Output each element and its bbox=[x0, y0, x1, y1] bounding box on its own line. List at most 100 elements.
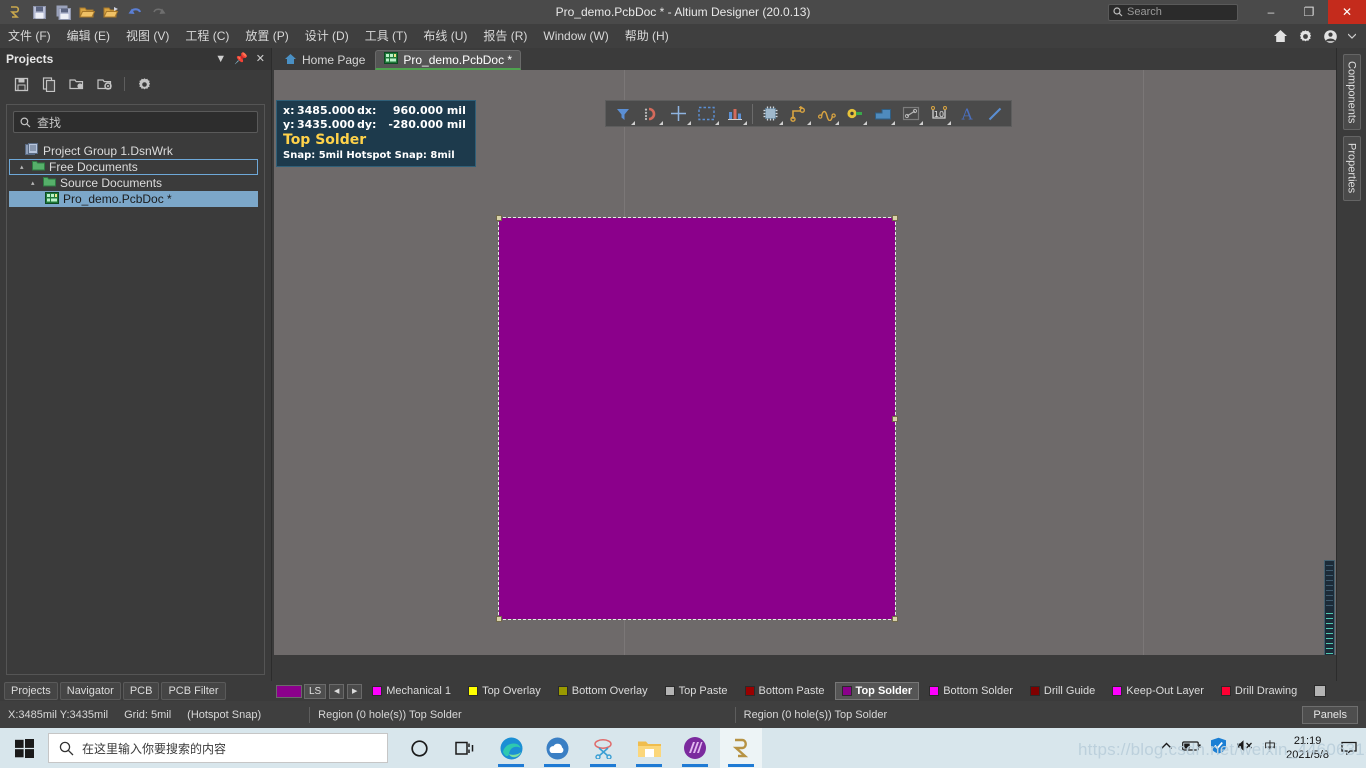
tree-item-pcb-doc[interactable]: Pro_demo.PcbDoc * bbox=[9, 191, 258, 207]
cortana-icon[interactable] bbox=[398, 728, 440, 768]
menu-edit[interactable]: 编辑 (E) bbox=[59, 24, 118, 48]
home-icon[interactable] bbox=[1273, 29, 1288, 43]
chevron-down-icon[interactable]: ▼ bbox=[215, 53, 226, 65]
pin-icon[interactable]: 📌 bbox=[234, 53, 248, 65]
component-ic-icon[interactable] bbox=[757, 102, 784, 126]
layer-tab-more[interactable] bbox=[1307, 682, 1333, 700]
windows-search-input[interactable]: 在这里输入你要搜索的内容 bbox=[48, 733, 388, 763]
line-icon[interactable] bbox=[981, 102, 1008, 126]
selection-handle-bottom-right[interactable] bbox=[892, 616, 898, 622]
layer-tab-keep-out-layer[interactable]: Keep-Out Layer bbox=[1105, 682, 1211, 700]
selection-handle-top-left[interactable] bbox=[496, 215, 502, 221]
save-all-icon[interactable] bbox=[52, 2, 74, 22]
panel-tab-navigator[interactable]: Navigator bbox=[59, 682, 121, 700]
close-button[interactable]: ✕ bbox=[1328, 0, 1366, 24]
altium-logo-icon[interactable] bbox=[4, 2, 26, 22]
documents-icon[interactable] bbox=[40, 75, 58, 93]
panel-tab-pcb[interactable]: PCB bbox=[122, 682, 160, 700]
layer-tab-bottom-paste[interactable]: Bottom Paste bbox=[738, 682, 832, 700]
filter-icon[interactable] bbox=[609, 102, 636, 126]
taskbar-clock[interactable]: 21:19 2021/5/8 bbox=[1286, 734, 1329, 762]
search-input[interactable]: Search bbox=[1108, 3, 1238, 21]
gear-icon[interactable] bbox=[135, 75, 153, 93]
purple-app-icon[interactable] bbox=[674, 728, 716, 768]
chevron-down-icon[interactable] bbox=[1348, 33, 1356, 39]
weather-icon[interactable] bbox=[536, 728, 578, 768]
security-shield-icon[interactable] bbox=[1210, 737, 1227, 759]
tree-expander[interactable]: ▴ bbox=[31, 179, 39, 187]
menu-tools[interactable]: 工具 (T) bbox=[357, 24, 416, 48]
open-folder-search-icon[interactable] bbox=[68, 75, 86, 93]
menu-route[interactable]: 布线 (U) bbox=[415, 24, 475, 48]
layer-sets-button[interactable]: LS bbox=[304, 683, 327, 699]
close-icon[interactable]: ✕ bbox=[256, 53, 265, 65]
layer-tab-bottom-solder[interactable]: Bottom Solder bbox=[922, 682, 1020, 700]
layer-tab-top-overlay[interactable]: Top Overlay bbox=[461, 682, 548, 700]
panel-tab-projects[interactable]: Projects bbox=[4, 682, 58, 700]
menu-reports[interactable]: 报告 (R) bbox=[475, 24, 535, 48]
windows-start-icon[interactable] bbox=[0, 728, 48, 768]
layer-tab-drill-guide[interactable]: Drill Guide bbox=[1023, 682, 1102, 700]
action-center-icon[interactable] bbox=[1338, 734, 1360, 762]
microsoft-edge-icon[interactable] bbox=[490, 728, 532, 768]
menu-project[interactable]: 工程 (C) bbox=[177, 24, 237, 48]
right-tab-properties[interactable]: Properties bbox=[1342, 136, 1361, 201]
doc-tab-pro-demo-pcbdoc[interactable]: Pro_demo.PcbDoc * bbox=[375, 50, 522, 70]
snip-tool-icon[interactable] bbox=[582, 728, 624, 768]
dimension-icon[interactable]: 10 bbox=[925, 102, 952, 126]
battery-icon[interactable] bbox=[1182, 739, 1201, 757]
menu-file[interactable]: 文件 (F) bbox=[0, 24, 59, 48]
panel-tab-pcb-filter[interactable]: PCB Filter bbox=[161, 682, 226, 700]
layer-prev-button[interactable]: ◀ bbox=[329, 683, 345, 699]
save-icon[interactable] bbox=[12, 75, 30, 93]
route-track-icon[interactable] bbox=[785, 102, 812, 126]
tree-item-source-documents[interactable]: ▴ Source Documents bbox=[9, 175, 264, 191]
tree-item-free-documents[interactable]: ▴ Free Documents bbox=[9, 159, 258, 175]
account-icon[interactable] bbox=[1323, 29, 1338, 44]
selection-handle-bottom-left[interactable] bbox=[496, 616, 502, 622]
text-string-icon[interactable]: A bbox=[953, 102, 980, 126]
pcb-canvas[interactable]: x: 3485.000 dx: 960.000 mil y: 3435.000 dy: -2… bbox=[274, 70, 1336, 655]
file-explorer-icon[interactable] bbox=[628, 728, 670, 768]
folder-history-icon[interactable] bbox=[96, 75, 114, 93]
selection-handle-right-middle[interactable] bbox=[892, 415, 898, 422]
via-pad-icon[interactable] bbox=[841, 102, 868, 126]
ime-chinese-icon[interactable]: 中 bbox=[1263, 738, 1277, 758]
menu-window[interactable]: Window (W) bbox=[535, 24, 616, 48]
crosshair-icon[interactable] bbox=[665, 102, 692, 126]
magnet-icon[interactable] bbox=[637, 102, 664, 126]
gear-icon[interactable] bbox=[1298, 29, 1313, 44]
measure-icon[interactable] bbox=[897, 102, 924, 126]
show-hidden-icons-icon[interactable] bbox=[1160, 739, 1173, 757]
undo-icon[interactable] bbox=[124, 2, 146, 22]
layer-tab-bottom-overlay[interactable]: Bottom Overlay bbox=[551, 682, 655, 700]
canvas-vertical-ruler[interactable] bbox=[1324, 560, 1335, 655]
minimize-button[interactable]: – bbox=[1252, 0, 1290, 24]
open-project-icon[interactable] bbox=[100, 2, 122, 22]
volume-muted-icon[interactable] bbox=[1236, 739, 1254, 757]
right-tab-components[interactable]: Components bbox=[1342, 54, 1361, 131]
task-view-icon[interactable] bbox=[444, 728, 486, 768]
menu-view[interactable]: 视图 (V) bbox=[118, 24, 177, 48]
polygon-pour-icon[interactable] bbox=[869, 102, 896, 126]
tree-expander[interactable]: ▴ bbox=[20, 163, 28, 171]
doc-tab-home-page[interactable]: Home Page bbox=[276, 50, 373, 70]
find-input[interactable]: 查找 bbox=[13, 111, 258, 133]
tree-item-project-group[interactable]: Project Group 1.DsnWrk bbox=[9, 143, 264, 159]
restore-button[interactable]: ❐ bbox=[1290, 0, 1328, 24]
selection-handle-top-right[interactable] bbox=[892, 215, 898, 221]
menu-place[interactable]: 放置 (P) bbox=[237, 24, 296, 48]
bar-chart-icon[interactable] bbox=[721, 102, 748, 126]
selection-rect-icon[interactable] bbox=[693, 102, 720, 126]
layer-next-button[interactable]: ▶ bbox=[347, 683, 363, 699]
layer-tab-top-paste[interactable]: Top Paste bbox=[658, 682, 735, 700]
panels-button[interactable]: Panels bbox=[1302, 705, 1358, 724]
menu-help[interactable]: 帮助 (H) bbox=[617, 24, 677, 48]
open-folder-icon[interactable] bbox=[76, 2, 98, 22]
layer-tab-drill-drawing[interactable]: Drill Drawing bbox=[1214, 682, 1304, 700]
menu-design[interactable]: 设计 (D) bbox=[297, 24, 357, 48]
differential-pair-icon[interactable] bbox=[813, 102, 840, 126]
pcb-region-top-solder[interactable] bbox=[496, 215, 898, 622]
altium-designer-icon[interactable] bbox=[720, 728, 762, 768]
layer-tab-mechanical-1[interactable]: Mechanical 1 bbox=[365, 682, 458, 700]
